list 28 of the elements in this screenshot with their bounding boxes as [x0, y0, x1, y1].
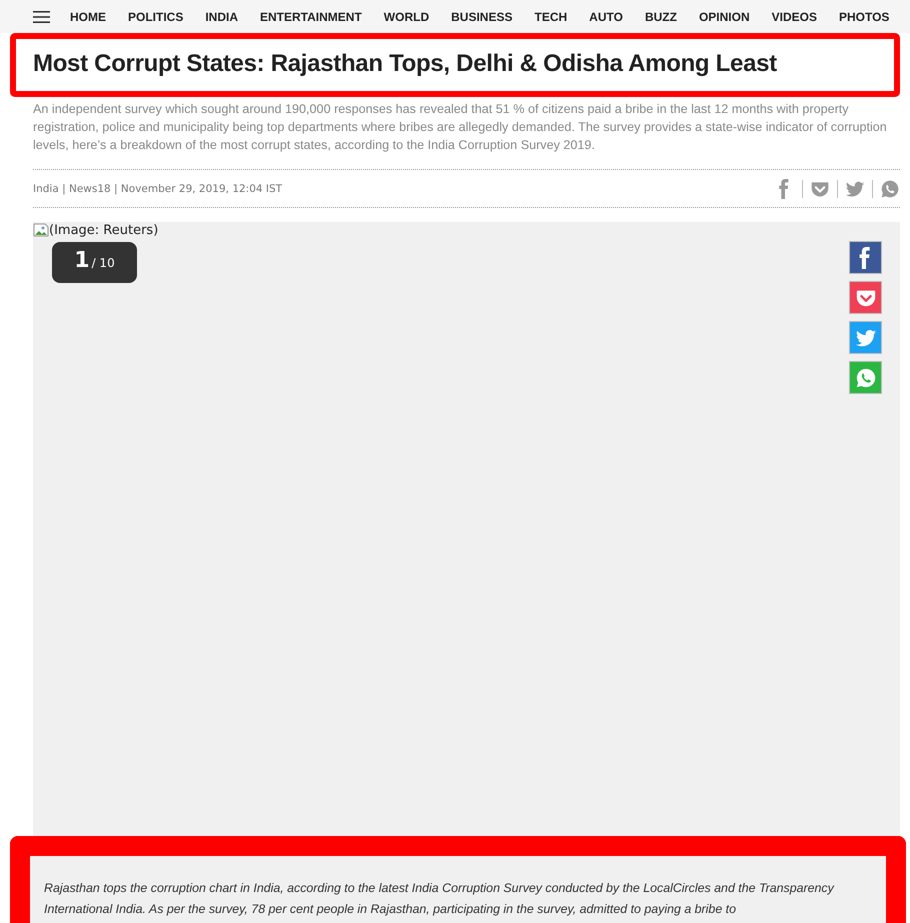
image-alt-text: (Image: Reuters): [49, 222, 158, 238]
twitter-share-button[interactable]: [849, 321, 882, 354]
broken-image-icon: [33, 222, 49, 238]
nav-link[interactable]: BUZZ: [644, 10, 677, 24]
nav-link[interactable]: HOME: [70, 10, 106, 24]
whatsapp-share-button[interactable]: [849, 361, 882, 394]
nav-link[interactable]: AUTO: [589, 10, 623, 24]
nav-link[interactable]: VIDEOS: [772, 10, 817, 24]
nav-link[interactable]: WORLD: [384, 10, 430, 24]
nav-link[interactable]: OPINION: [698, 10, 750, 24]
article-headline: Most Corrupt States: Rajasthan Tops, Delhi & Odisha Among Least: [33, 49, 778, 79]
nav-link[interactable]: ENTERTAINMENT: [260, 10, 362, 24]
article-meta: India | News18 | November 29, 2019, 12:04 IST: [33, 182, 282, 194]
current-slide: 1: [74, 248, 90, 273]
nav-link[interactable]: PHOTOS: [838, 10, 890, 24]
menu-icon[interactable]: [33, 10, 50, 22]
nav-link[interactable]: POLITICS: [128, 10, 184, 24]
total-slides: / 10: [92, 256, 115, 270]
facebook-share-button[interactable]: [849, 241, 882, 274]
slide-caption: Rajasthan tops the corruption chart in India, according to the latest India Corruption Survey conducted by the LocalCircles and the Transparency International India. As per the survey, 78 per cent people in Rajasthan, participating in the survey, admitted to paying a bribe to: [44, 880, 836, 918]
article-summary: An independent survey which sought around 190,000 responses has revealed that 51 % of citizens paid a bribe in the last 12 months with property registration, police and municipality being top departments where bribes are allegedly demanded. The survey provides a state-wise indicator of corruption levels, here’s a breakdown of the most corrupt states, according to the India Corruption Survey 2019.: [33, 101, 888, 154]
nav-link[interactable]: TECH: [534, 10, 568, 24]
nav-link[interactable]: BUSINESS: [451, 10, 512, 24]
twitter-icon[interactable]: [845, 178, 865, 198]
whatsapp-icon: [854, 366, 876, 388]
whatsapp-icon[interactable]: [880, 178, 900, 198]
nav-link[interactable]: INDIA: [205, 10, 238, 24]
pocket-share-button[interactable]: [849, 281, 882, 314]
